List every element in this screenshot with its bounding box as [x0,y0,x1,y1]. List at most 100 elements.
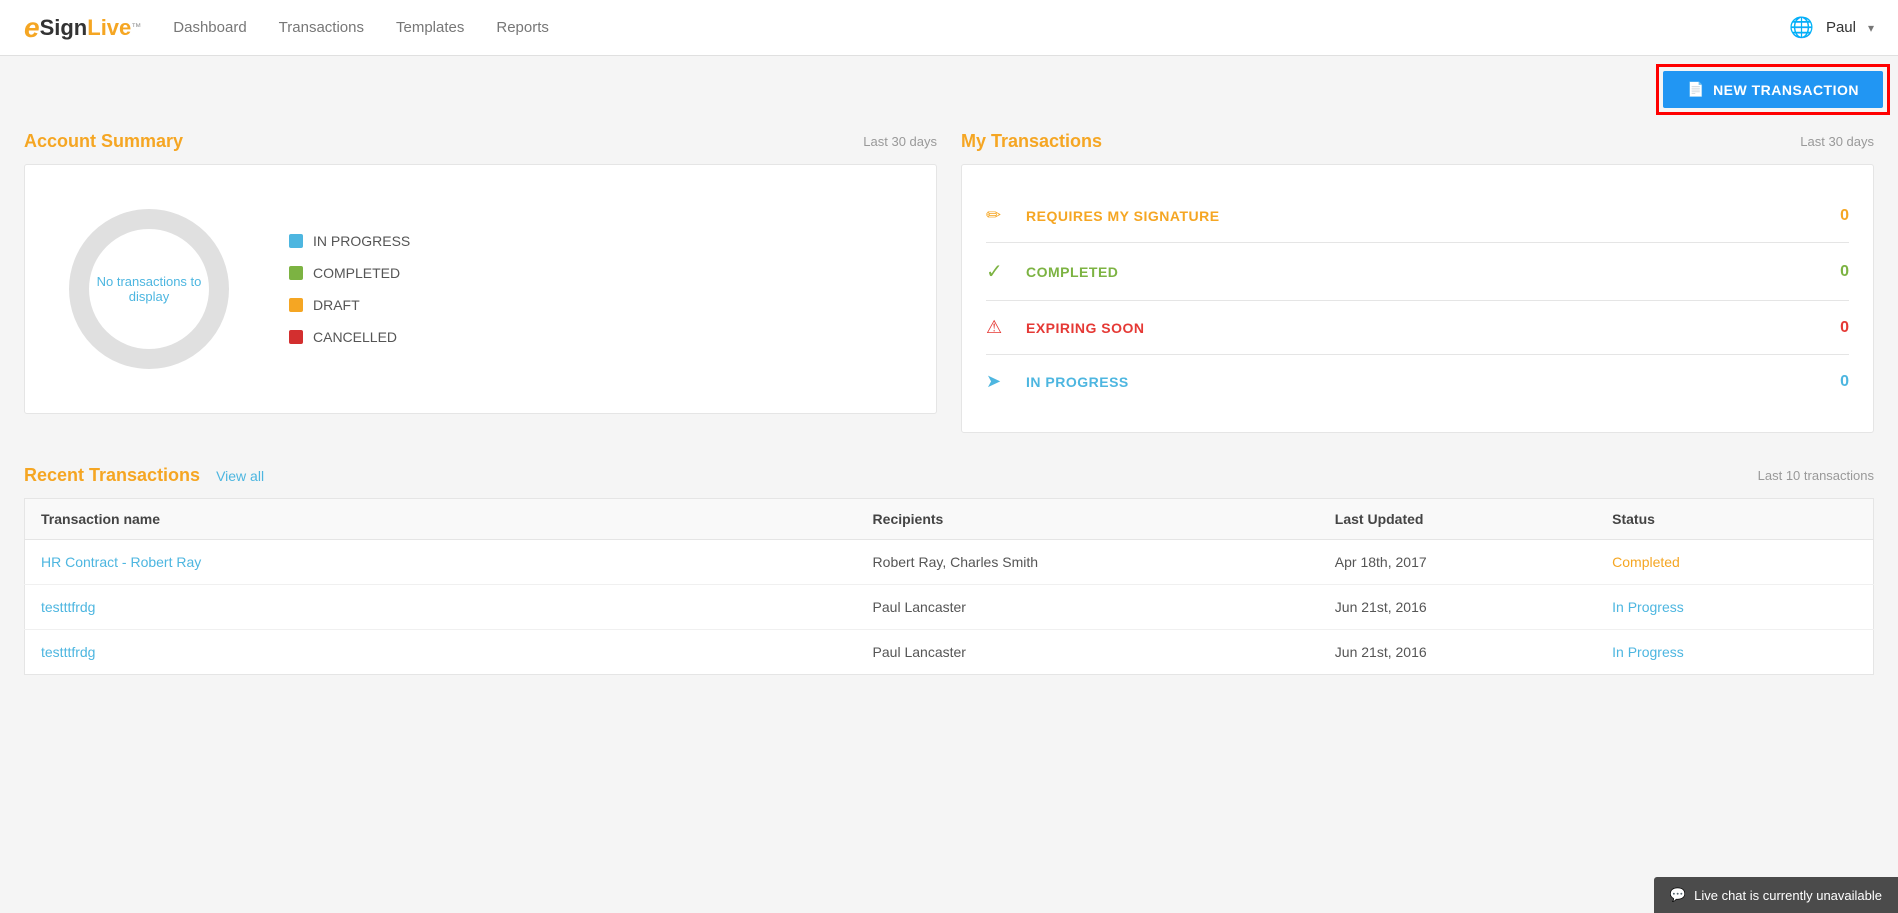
table-header-row: Transaction name Recipients Last Updated… [25,499,1874,540]
table-row: testttfrdg Paul Lancaster Jun 21st, 2016… [25,630,1874,675]
live-chat-message: Live chat is currently unavailable [1694,888,1882,903]
row-2-status-badge: In Progress [1612,644,1684,660]
nav-templates[interactable]: Templates [396,11,464,44]
my-tx-completed[interactable]: ✓ COMPLETED 0 [986,243,1849,301]
table-header: Transaction name Recipients Last Updated… [25,499,1874,540]
logo-live: Live [87,15,131,41]
legend-item-inprogress: IN PROGRESS [289,233,410,249]
col-header-name: Transaction name [25,499,857,540]
col-header-status: Status [1596,499,1873,540]
tx-name-link-1[interactable]: testttfrdg [41,599,95,615]
col-header-recipients: Recipients [857,499,1319,540]
row-0-recipients: Robert Ray, Charles Smith [857,540,1319,585]
row-1-recipients: Paul Lancaster [857,585,1319,630]
logo-tm: ™ [131,22,141,33]
header-right: 🌐 Paul ▾ [1789,15,1874,40]
my-transactions-title: My Transactions [961,131,1102,152]
recent-transactions-title: Recent Transactions [24,465,200,486]
chevron-down-icon[interactable]: ▾ [1868,21,1874,35]
my-transactions-subtitle: Last 30 days [1800,134,1874,149]
row-1-status: In Progress [1596,585,1873,630]
row-0-status-badge: Completed [1612,554,1680,570]
chart-legend: IN PROGRESS COMPLETED DRAFT CANCELL [289,233,410,345]
legend-label-draft: DRAFT [313,297,360,313]
table-row: testttfrdg Paul Lancaster Jun 21st, 2016… [25,585,1874,630]
legend-label-completed: COMPLETED [313,265,400,281]
row-1-status-badge: In Progress [1612,599,1684,615]
chart-area: No transactions to display IN PROGRESS C… [49,189,912,389]
requires-signature-icon: ✏ [986,205,1014,226]
legend-item-completed: COMPLETED [289,265,410,281]
header: eSignLive™ Dashboard Transactions Templa… [0,0,1898,56]
row-2-recipients: Paul Lancaster [857,630,1319,675]
recent-transactions-subtitle: Last 10 transactions [1758,468,1874,483]
inprogress-count: 0 [1840,373,1849,391]
recent-transactions-header: Recent Transactions View all Last 10 tra… [24,465,1874,486]
my-tx-inprogress[interactable]: ➤ IN PROGRESS 0 [986,355,1849,408]
inprogress-label: IN PROGRESS [1026,374,1840,390]
user-name: Paul [1826,19,1856,36]
account-summary-header: Account Summary Last 30 days [24,131,937,152]
legend-dot-inprogress [289,234,303,248]
tx-name-link-0[interactable]: HR Contract - Robert Ray [41,554,201,570]
legend-label-inprogress: IN PROGRESS [313,233,410,249]
expiring-label: EXPIRING SOON [1026,320,1840,336]
account-summary-title: Account Summary [24,131,183,152]
donut-empty-label: No transactions to display [89,274,209,304]
completed-icon: ✓ [986,259,1014,284]
transactions-table: Transaction name Recipients Last Updated… [24,498,1874,675]
live-chat-bar: 💬 Live chat is currently unavailable [1654,877,1898,913]
new-transaction-highlight: 📄 NEW TRANSACTION [1656,64,1890,115]
col-header-updated: Last Updated [1319,499,1596,540]
my-transactions-header: My Transactions Last 30 days [961,131,1874,152]
main-nav: Dashboard Transactions Templates Reports [173,11,1789,44]
new-transaction-button[interactable]: 📄 NEW TRANSACTION [1663,71,1883,108]
main-content: Account Summary Last 30 days No transact… [0,115,1898,691]
completed-count: 0 [1840,263,1849,281]
legend-dot-draft [289,298,303,312]
account-summary-subtitle: Last 30 days [863,134,937,149]
tx-name-link-2[interactable]: testttfrdg [41,644,95,660]
legend-label-cancelled: CANCELLED [313,329,397,345]
legend-dot-cancelled [289,330,303,344]
requires-signature-count: 0 [1840,207,1849,225]
completed-label: COMPLETED [1026,264,1840,280]
logo-sign: Sign [40,15,88,41]
nav-reports[interactable]: Reports [496,11,549,44]
row-0-status: Completed [1596,540,1873,585]
requires-signature-label: REQUIRES MY SIGNATURE [1026,208,1840,224]
my-tx-expiring[interactable]: ⚠ EXPIRING SOON 0 [986,301,1849,355]
logo-e: e [24,12,40,44]
expiring-count: 0 [1840,319,1849,337]
table-body: HR Contract - Robert Ray Robert Ray, Cha… [25,540,1874,675]
globe-icon[interactable]: 🌐 [1789,15,1814,40]
my-transactions-section: My Transactions Last 30 days ✏ REQUIRES … [961,131,1874,433]
new-transaction-icon: 📄 [1687,81,1705,98]
row-0-updated: Apr 18th, 2017 [1319,540,1596,585]
recent-transactions-section: Recent Transactions View all Last 10 tra… [24,465,1874,675]
row-2-status: In Progress [1596,630,1873,675]
new-transaction-wrapper: 📄 NEW TRANSACTION [0,56,1898,115]
expiring-icon: ⚠ [986,317,1014,338]
view-all-link[interactable]: View all [216,468,264,484]
new-transaction-label: NEW TRANSACTION [1713,82,1859,98]
table-row: HR Contract - Robert Ray Robert Ray, Cha… [25,540,1874,585]
legend-item-cancelled: CANCELLED [289,329,410,345]
my-transactions-card: ✏ REQUIRES MY SIGNATURE 0 ✓ COMPLETED 0 … [961,164,1874,433]
nav-transactions[interactable]: Transactions [279,11,364,44]
nav-dashboard[interactable]: Dashboard [173,11,246,44]
my-tx-requires-signature[interactable]: ✏ REQUIRES MY SIGNATURE 0 [986,189,1849,243]
logo: eSignLive™ [24,12,141,44]
live-chat-icon: 💬 [1670,887,1686,903]
donut-chart: No transactions to display [49,189,249,389]
legend-dot-completed [289,266,303,280]
legend-item-draft: DRAFT [289,297,410,313]
account-summary-card: No transactions to display IN PROGRESS C… [24,164,937,414]
account-summary-section: Account Summary Last 30 days No transact… [24,131,937,433]
dashboard-grid: Account Summary Last 30 days No transact… [24,131,1874,433]
inprogress-icon: ➤ [986,371,1014,392]
row-1-name: testttfrdg [25,585,857,630]
row-2-name: testttfrdg [25,630,857,675]
row-1-updated: Jun 21st, 2016 [1319,585,1596,630]
row-2-updated: Jun 21st, 2016 [1319,630,1596,675]
